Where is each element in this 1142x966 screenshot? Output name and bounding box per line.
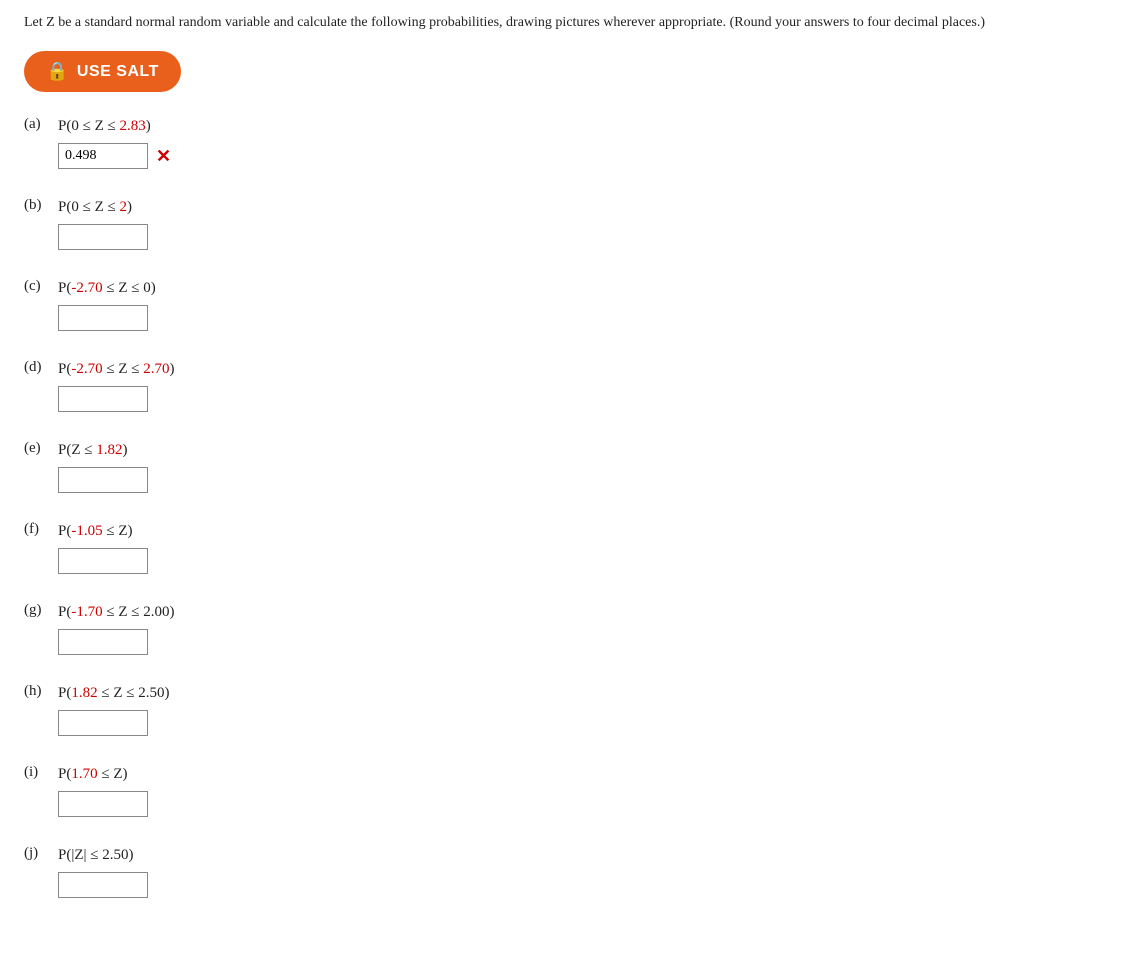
instructions: Let Z be a standard normal random variab…	[24, 12, 1118, 33]
answer-row	[58, 629, 174, 655]
use-salt-button[interactable]: 🔒 USE SALT	[24, 51, 181, 92]
problems-container: (a)P(0 ≤ Z ≤ 2.83)✕(b)P(0 ≤ Z ≤ 2)(c)P(-…	[24, 116, 1118, 898]
problem-body: P(1.82 ≤ Z ≤ 2.50)	[58, 683, 169, 736]
label-part-0: P(0 ≤ Z ≤	[58, 199, 119, 215]
problem-letter: (b)	[24, 197, 54, 214]
problem-label: P(0 ≤ Z ≤ 2)	[58, 197, 148, 218]
problem-label: P(|Z| ≤ 2.50)	[58, 845, 148, 866]
answer-row	[58, 224, 148, 250]
problem-body: P(-2.70 ≤ Z ≤ 2.70)	[58, 359, 174, 412]
problem-label: P(-1.05 ≤ Z)	[58, 521, 148, 542]
answer-input-e[interactable]	[58, 467, 148, 493]
problem-h: (h)P(1.82 ≤ Z ≤ 2.50)	[24, 683, 1118, 736]
answer-input-g[interactable]	[58, 629, 148, 655]
problem-label: P(Z ≤ 1.82)	[58, 440, 148, 461]
label-part-1: 2.83	[119, 118, 145, 134]
problem-label: P(-2.70 ≤ Z ≤ 0)	[58, 278, 156, 299]
label-part-2: ≤ Z ≤	[103, 361, 144, 377]
problem-e: (e)P(Z ≤ 1.82)	[24, 440, 1118, 493]
problem-a: (a)P(0 ≤ Z ≤ 2.83) ✕	[24, 116, 1118, 169]
label-part-0: P(	[58, 280, 71, 296]
problem-letter: (e)	[24, 440, 54, 457]
label-part-3: 2.70	[143, 361, 169, 377]
answer-input-d[interactable]	[58, 386, 148, 412]
problem-body: P(0 ≤ Z ≤ 2)	[58, 197, 148, 250]
answer-row	[58, 710, 169, 736]
problem-letter: (f)	[24, 521, 54, 538]
label-part-0: P(	[58, 685, 71, 701]
answer-row	[58, 386, 174, 412]
problem-letter: (g)	[24, 602, 54, 619]
problem-f: (f)P(-1.05 ≤ Z)	[24, 521, 1118, 574]
answer-row	[58, 791, 148, 817]
problem-letter: (j)	[24, 845, 54, 862]
label-part-2: ≤ Z ≤ 2.50)	[98, 685, 170, 701]
problem-body: P(Z ≤ 1.82)	[58, 440, 148, 493]
label-part-2: ≤ Z ≤ 0)	[103, 280, 156, 296]
salt-icon: 🔒	[46, 61, 69, 82]
problem-label: P(-2.70 ≤ Z ≤ 2.70)	[58, 359, 174, 380]
label-part-1: -2.70	[71, 280, 102, 296]
label-part-2: )	[146, 118, 151, 134]
wrong-icon: ✕	[156, 146, 171, 167]
problem-body: P(1.70 ≤ Z)	[58, 764, 148, 817]
problem-letter: (h)	[24, 683, 54, 700]
label-part-4: )	[169, 361, 174, 377]
label-part-0: P(	[58, 523, 71, 539]
answer-input-j[interactable]	[58, 872, 148, 898]
problem-letter: (c)	[24, 278, 54, 295]
problem-body: P(|Z| ≤ 2.50)	[58, 845, 148, 898]
label-part-2: ≤ Z)	[98, 766, 128, 782]
label-part-0: P(	[58, 766, 71, 782]
label-part-2: ≤ Z)	[103, 523, 133, 539]
problem-label: P(0 ≤ Z ≤ 2.83)	[58, 116, 171, 137]
problem-label: P(1.70 ≤ Z)	[58, 764, 148, 785]
label-part-1: -2.70	[71, 361, 102, 377]
problem-j: (j)P(|Z| ≤ 2.50)	[24, 845, 1118, 898]
label-part-0: P(|Z| ≤ 2.50)	[58, 847, 133, 863]
label-part-2: )	[127, 199, 132, 215]
answer-row	[58, 467, 148, 493]
label-part-2: )	[122, 442, 127, 458]
answer-input-c[interactable]	[58, 305, 148, 331]
label-part-0: P(	[58, 604, 71, 620]
problem-label: P(-1.70 ≤ Z ≤ 2.00)	[58, 602, 174, 623]
problem-letter: (d)	[24, 359, 54, 376]
label-part-0: P(0 ≤ Z ≤	[58, 118, 119, 134]
label-part-1: 1.70	[71, 766, 97, 782]
problem-g: (g)P(-1.70 ≤ Z ≤ 2.00)	[24, 602, 1118, 655]
answer-input-f[interactable]	[58, 548, 148, 574]
answer-row	[58, 872, 148, 898]
answer-input-b[interactable]	[58, 224, 148, 250]
answer-input-h[interactable]	[58, 710, 148, 736]
label-part-1: 1.82	[96, 442, 122, 458]
problem-letter: (a)	[24, 116, 54, 133]
label-part-2: ≤ Z ≤ 2.00)	[103, 604, 175, 620]
label-part-1: 2	[119, 199, 127, 215]
problem-body: P(0 ≤ Z ≤ 2.83) ✕	[58, 116, 171, 169]
problem-body: P(-1.05 ≤ Z)	[58, 521, 148, 574]
label-part-0: P(Z ≤	[58, 442, 96, 458]
problem-i: (i)P(1.70 ≤ Z)	[24, 764, 1118, 817]
label-part-1: -1.70	[71, 604, 102, 620]
problem-body: P(-1.70 ≤ Z ≤ 2.00)	[58, 602, 174, 655]
problem-b: (b)P(0 ≤ Z ≤ 2)	[24, 197, 1118, 250]
answer-row	[58, 305, 156, 331]
label-part-1: -1.05	[71, 523, 102, 539]
answer-input-i[interactable]	[58, 791, 148, 817]
label-part-1: 1.82	[71, 685, 97, 701]
problem-letter: (i)	[24, 764, 54, 781]
label-part-0: P(	[58, 361, 71, 377]
answer-row: ✕	[58, 143, 171, 169]
answer-input-a[interactable]	[58, 143, 148, 169]
problem-d: (d)P(-2.70 ≤ Z ≤ 2.70)	[24, 359, 1118, 412]
use-salt-label: USE SALT	[77, 63, 159, 81]
problem-c: (c)P(-2.70 ≤ Z ≤ 0)	[24, 278, 1118, 331]
problem-label: P(1.82 ≤ Z ≤ 2.50)	[58, 683, 169, 704]
answer-row	[58, 548, 148, 574]
problem-body: P(-2.70 ≤ Z ≤ 0)	[58, 278, 156, 331]
